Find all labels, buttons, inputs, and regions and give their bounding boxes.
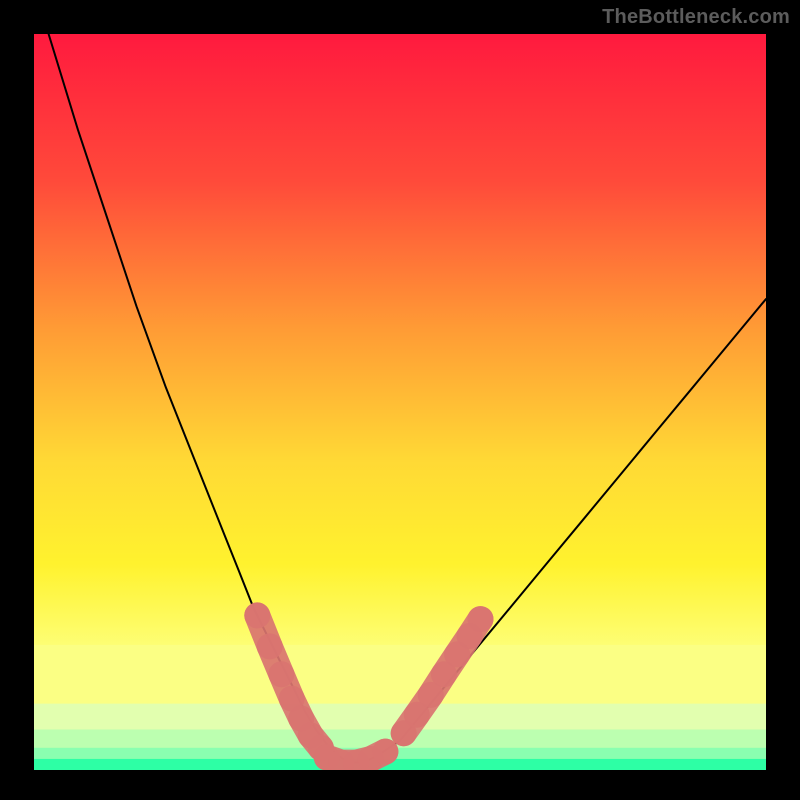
chart-frame: TheBottleneck.com <box>0 0 800 800</box>
highlight-dot <box>244 602 270 628</box>
highlight-dot <box>372 739 398 765</box>
plot-area <box>34 34 766 770</box>
gradient-band <box>34 759 766 770</box>
highlight-dot <box>468 606 494 632</box>
gradient-band <box>34 748 766 759</box>
highlight-dot <box>268 661 294 687</box>
highlight-dot <box>257 633 283 659</box>
gradient-band <box>34 645 766 704</box>
chart-svg <box>34 34 766 770</box>
watermark-text: TheBottleneck.com <box>602 6 790 29</box>
